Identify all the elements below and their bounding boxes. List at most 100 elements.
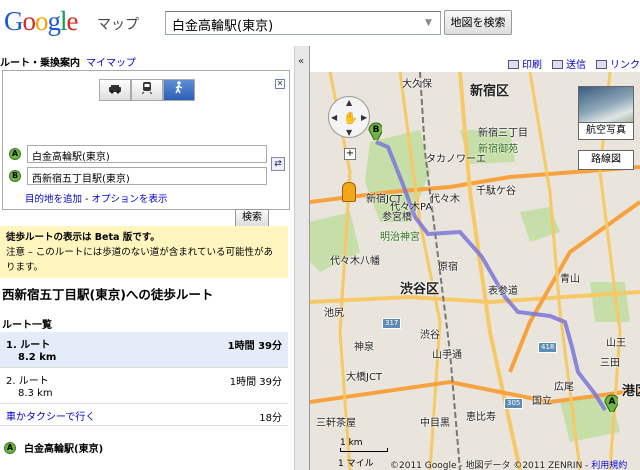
- train-mode-button[interactable]: [131, 79, 163, 101]
- svg-text:B: B: [373, 125, 380, 135]
- link-icon: [596, 60, 607, 69]
- route-shield-317: 317: [382, 318, 402, 329]
- pegman-icon[interactable]: [342, 182, 356, 202]
- route-distance: 8.2 km: [18, 352, 57, 363]
- panel-tabs: ルート・乗換案内 マイマップ: [0, 54, 136, 69]
- map-label-okubo: 大久保: [402, 79, 432, 90]
- map-label-sanno: 山王: [606, 338, 626, 349]
- pan-up-icon[interactable]: ▲: [346, 98, 352, 107]
- close-icon[interactable]: ✕: [275, 79, 285, 89]
- route-list: 1. ルート 8.2 km 1時間 39分 2. ルート 8.3 km 1時間 …: [0, 332, 288, 426]
- map-label-omotesando: 表参道: [488, 286, 518, 297]
- map-label-yoyogi: 代々木: [430, 194, 460, 205]
- map-label-hiroo: 広尾: [554, 382, 574, 393]
- car-option: 車かタクシーで行く 18分: [0, 404, 288, 426]
- walk-mode-button[interactable]: [163, 79, 195, 101]
- tab-mymap[interactable]: マイマップ: [86, 58, 136, 69]
- car-mode-button[interactable]: [99, 79, 131, 101]
- marker-b-icon: B: [9, 170, 21, 182]
- map-label-shinjuku-ku: 新宿区: [470, 84, 510, 99]
- pan-left-icon[interactable]: ◀: [331, 113, 337, 122]
- beta-notice: 徒歩ルートの表示は Beta 版です。 注意 – このルートには歩道のない道が含…: [0, 226, 288, 278]
- show-options-link[interactable]: オプションを表示: [91, 194, 167, 205]
- route-time: 1時間 39分: [227, 341, 282, 352]
- waypoint-a: A 白金高輪駅(東京): [9, 145, 267, 163]
- search-maps-button[interactable]: 地図を検索: [444, 10, 512, 35]
- car-time: 18分: [259, 413, 282, 424]
- left-panel: ルート・乗換案内 マイマップ ✕ A 白金高輪駅(東京) B 西新宿五丁目駅(東京…: [0, 46, 294, 470]
- map-label-minato-ku: 港区: [622, 384, 640, 399]
- map-label-meiji-jingu: 明治神宮: [380, 232, 420, 243]
- maps-label: マップ: [97, 17, 139, 33]
- car-icon: [109, 85, 121, 94]
- pan-right-icon[interactable]: ▶: [361, 113, 367, 122]
- map-label-shinjuku-gyoen: 新宿御苑: [478, 144, 518, 155]
- google-logo[interactable]: Google: [4, 6, 78, 37]
- map-label-nakameguro: 中目黒: [420, 418, 450, 429]
- start-label[interactable]: 白金高輪駅(東京): [24, 440, 103, 455]
- print-icon: [508, 60, 519, 69]
- route-shield-305: 305: [504, 398, 524, 409]
- route-distance: 8.3 km: [18, 388, 53, 399]
- train-icon: [141, 82, 153, 95]
- marker-a-icon[interactable]: A: [604, 392, 618, 412]
- tab-route[interactable]: ルート・乗換案内: [0, 58, 80, 69]
- map-label-shinjuku-3: 新宿三丁目: [478, 128, 528, 139]
- route-time: 1時間 39分: [229, 377, 282, 388]
- route-option-2[interactable]: 2. ルート 8.3 km 1時間 39分: [0, 368, 288, 404]
- map-label-takanoue: タカノワーエ: [426, 154, 486, 165]
- map-copyright: ©2011 Google - 地図データ ©2011 ZENRIN - 利用規約: [390, 461, 628, 470]
- route-form: ✕ A 白金高輪駅(東京) B 西新宿五丁目駅(東京) ⇄ 目的地を追加 - オ…: [2, 70, 290, 227]
- link-link[interactable]: リンク: [596, 56, 640, 71]
- route-shield-418: 418: [538, 342, 558, 353]
- start-point: A 白金高輪駅(東京): [4, 440, 103, 455]
- pan-control[interactable]: ▲ ▼ ◀ ▶ ✋: [328, 96, 370, 138]
- swap-icon[interactable]: ⇄: [271, 157, 285, 171]
- terms-link[interactable]: 利用規約: [591, 461, 627, 470]
- add-destination-link[interactable]: 目的地を追加: [25, 194, 82, 205]
- map-label-harajuku: 原宿: [438, 262, 458, 273]
- marker-a-icon: A: [4, 441, 16, 454]
- map-label-shibuya: 渋谷: [420, 330, 440, 341]
- map-label-shibuya-ku: 渋谷区: [400, 282, 440, 297]
- marker-b-icon[interactable]: B: [368, 120, 382, 140]
- destination-field[interactable]: 西新宿五丁目駅(東京): [27, 167, 267, 185]
- panel-collapse-bar[interactable]: «: [294, 46, 310, 470]
- collapse-icon[interactable]: «: [298, 56, 304, 67]
- origin-field[interactable]: 白金高輪駅(東京): [27, 145, 267, 163]
- svg-text:A: A: [609, 397, 616, 407]
- send-link[interactable]: 送信: [552, 56, 586, 71]
- search-route-button[interactable]: 検索: [235, 209, 269, 227]
- map-label-ohashi-jct: 大橋JCT: [346, 372, 383, 383]
- header: Google マップ 白金高輪駅(東京) ▼ 地図を検索: [0, 0, 640, 46]
- scale-mi: 1 マイル: [338, 459, 374, 469]
- route-option-1[interactable]: 1. ルート 8.2 km 1時間 39分: [0, 332, 288, 368]
- map-label-aoyama: 青山: [560, 274, 580, 285]
- scale-km: 1 km: [340, 438, 363, 448]
- map-label-kokuritsu: 国立: [532, 396, 552, 407]
- map-label-yoyogi-hachiman: 代々木八幡: [330, 256, 380, 267]
- car-taxi-link[interactable]: 車かタクシーで行く: [6, 412, 95, 423]
- marker-a-icon: A: [9, 148, 21, 160]
- map-label-sangenjaya: 三軒茶屋: [316, 418, 356, 429]
- beta-warning: 注意 – このルートには歩道のない道が含まれている可能性があります。: [6, 247, 274, 273]
- map-label-ikejiri: 池尻: [324, 308, 344, 319]
- route-list-header: ルート一覧: [2, 320, 52, 331]
- map-label-yamanote: 山手通: [432, 350, 462, 361]
- zoom-control: +: [344, 148, 356, 162]
- pan-down-icon[interactable]: ▼: [346, 128, 352, 137]
- scale-bar: 1 km: [340, 438, 388, 452]
- beta-title: 徒歩ルートの表示は Beta 版です。: [6, 232, 160, 243]
- search-dropdown-icon[interactable]: ▼: [425, 18, 432, 28]
- roadmap-button[interactable]: 路線図: [578, 150, 634, 170]
- print-link[interactable]: 印刷: [508, 56, 542, 71]
- zoom-in-icon[interactable]: +: [344, 148, 356, 160]
- map-canvas[interactable]: 大久保 新宿区 新宿三丁目 代々木 千駄ケ谷 タカノワーエ 新宿JCT 代々木P…: [310, 72, 640, 470]
- satellite-button[interactable]: 航空写真: [578, 122, 634, 140]
- waypoint-b: B 西新宿五丁目駅(東京): [9, 167, 267, 185]
- search-input[interactable]: 白金高輪駅(東京): [165, 11, 441, 35]
- map-label-sendagaya: 千駄ケ谷: [476, 186, 516, 197]
- travel-modes: [99, 79, 195, 101]
- map-label-ebisu: 恵比寿: [466, 412, 496, 423]
- map-label-shinsen: 神泉: [354, 342, 374, 353]
